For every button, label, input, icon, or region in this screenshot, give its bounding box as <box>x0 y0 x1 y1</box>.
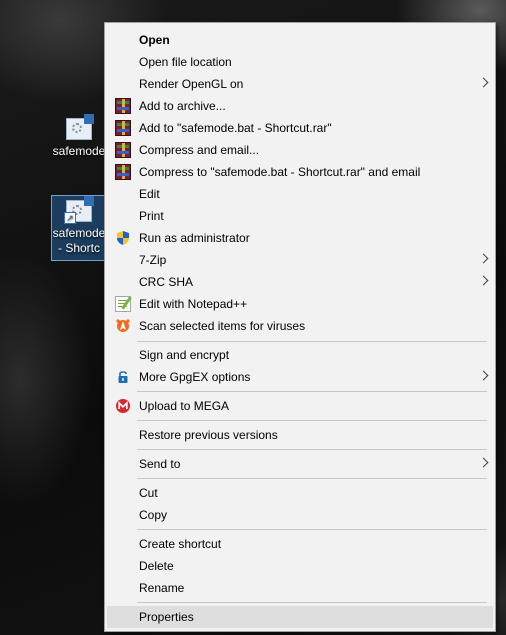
winrar-icon <box>115 98 131 114</box>
menu-item-run-as-administrator[interactable]: Run as administrator <box>107 227 493 249</box>
menu-separator <box>137 449 487 450</box>
menu-separator <box>137 602 487 603</box>
menu-item-label: Scan selected items for viruses <box>139 319 306 333</box>
menu-separator <box>137 478 487 479</box>
context-menu: Open Open file location Render OpenGL on… <box>104 22 496 632</box>
menu-item-label: Copy <box>139 508 168 522</box>
menu-item-label: Send to <box>139 457 181 471</box>
menu-item-print[interactable]: Print <box>107 205 493 227</box>
menu-item-label: CRC SHA <box>139 275 194 289</box>
menu-item-edit[interactable]: Edit <box>107 183 493 205</box>
menu-item-label: Upload to MEGA <box>139 399 230 413</box>
menu-item-upload-to-mega[interactable]: Upload to MEGA <box>107 395 493 417</box>
shortcut-file-icon: ↗ <box>64 196 94 224</box>
chevron-right-icon <box>478 457 489 468</box>
chevron-right-icon <box>478 370 489 381</box>
menu-item-open[interactable]: Open <box>107 29 493 51</box>
menu-item-label: Add to "safemode.bat - Shortcut.rar" <box>139 121 332 135</box>
menu-item-crc-sha[interactable]: CRC SHA <box>107 271 493 293</box>
menu-item-label: Render OpenGL on <box>139 77 244 91</box>
desktop-icon-label: safemode <box>52 144 106 158</box>
menu-item-7zip[interactable]: 7-Zip <box>107 249 493 271</box>
padlock-icon <box>115 369 131 385</box>
menu-separator <box>137 341 487 342</box>
menu-separator <box>137 420 487 421</box>
menu-item-copy[interactable]: Copy <box>107 504 493 526</box>
menu-item-label: Compress and email... <box>139 143 260 157</box>
menu-item-compress-and-email[interactable]: Compress and email... <box>107 139 493 161</box>
menu-item-label: Cut <box>139 486 158 500</box>
chevron-right-icon <box>478 77 489 88</box>
menu-item-label: Open <box>139 33 170 47</box>
menu-item-properties[interactable]: Properties <box>107 606 493 628</box>
desktop-icon-safemode[interactable]: safemode <box>52 114 106 159</box>
menu-item-label: Rename <box>139 581 185 595</box>
desktop-icon-safemode-shortcut[interactable]: ↗ safemode - Shortc <box>51 195 107 261</box>
chevron-right-icon <box>478 275 489 286</box>
menu-item-label: Compress to "safemode.bat - Shortcut.rar… <box>139 165 421 179</box>
avast-icon <box>115 318 131 334</box>
menu-item-label: Properties <box>139 610 194 624</box>
notepadpp-icon <box>115 296 131 312</box>
menu-item-label: Create shortcut <box>139 537 222 551</box>
menu-item-label: More GpgEX options <box>139 370 251 384</box>
menu-item-edit-with-notepadpp[interactable]: Edit with Notepad++ <box>107 293 493 315</box>
winrar-icon <box>115 164 131 180</box>
menu-item-label: Delete <box>139 559 174 573</box>
desktop-icon-label-line1: safemode <box>52 226 106 240</box>
menu-item-label: Edit <box>139 187 160 201</box>
menu-item-sign-and-encrypt[interactable]: Sign and encrypt <box>107 344 493 366</box>
winrar-icon <box>115 142 131 158</box>
menu-item-add-to-rar[interactable]: Add to "safemode.bat - Shortcut.rar" <box>107 117 493 139</box>
menu-item-label: Restore previous versions <box>139 428 278 442</box>
winrar-icon <box>115 120 131 136</box>
menu-separator <box>137 529 487 530</box>
menu-item-label: Run as administrator <box>139 231 250 245</box>
desktop-icon-label-line2: - Shortc <box>57 241 100 255</box>
chevron-right-icon <box>478 253 489 264</box>
menu-item-label: 7-Zip <box>139 253 167 267</box>
menu-item-render-opengl[interactable]: Render OpenGL on <box>107 73 493 95</box>
menu-item-send-to[interactable]: Send to <box>107 453 493 475</box>
menu-item-rename[interactable]: Rename <box>107 577 493 599</box>
menu-item-label: Edit with Notepad++ <box>139 297 248 311</box>
menu-item-label: Print <box>139 209 164 223</box>
menu-item-create-shortcut[interactable]: Create shortcut <box>107 533 493 555</box>
menu-item-label: Sign and encrypt <box>139 348 230 362</box>
menu-item-label: Add to archive... <box>139 99 226 113</box>
menu-item-restore-previous-versions[interactable]: Restore previous versions <box>107 424 493 446</box>
menu-item-add-to-archive[interactable]: Add to archive... <box>107 95 493 117</box>
menu-separator <box>137 391 487 392</box>
menu-item-delete[interactable]: Delete <box>107 555 493 577</box>
menu-item-label: Open file location <box>139 55 232 69</box>
menu-item-scan-for-viruses[interactable]: Scan selected items for viruses <box>107 315 493 337</box>
menu-item-open-file-location[interactable]: Open file location <box>107 51 493 73</box>
menu-item-more-gpgex-options[interactable]: More GpgEX options <box>107 366 493 388</box>
uac-shield-icon <box>115 230 131 246</box>
batch-file-icon <box>64 114 94 142</box>
menu-item-cut[interactable]: Cut <box>107 482 493 504</box>
mega-icon <box>115 398 131 414</box>
menu-item-compress-to-rar-and-email[interactable]: Compress to "safemode.bat - Shortcut.rar… <box>107 161 493 183</box>
